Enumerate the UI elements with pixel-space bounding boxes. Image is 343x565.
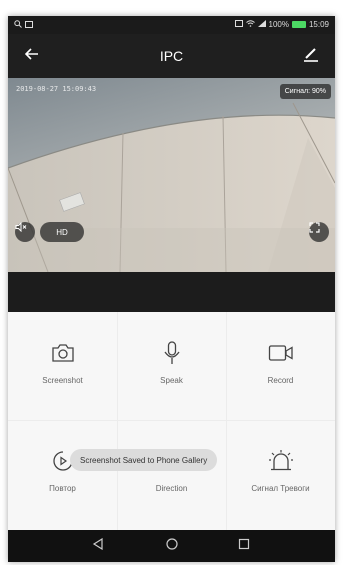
alarm-label: Сигнал Тревоги <box>251 484 310 493</box>
wifi-icon <box>245 20 255 29</box>
mute-button[interactable] <box>15 222 35 242</box>
battery-icon <box>291 21 306 28</box>
record-label: Record <box>267 376 294 385</box>
battery-percent: 100% <box>268 20 289 29</box>
alarm-button[interactable]: Сигнал Тревоги <box>226 420 335 528</box>
app-header: IPC <box>8 34 335 78</box>
direction-label: Direction <box>155 484 188 493</box>
speak-label: Speak <box>160 376 183 385</box>
circle-home-icon <box>166 537 178 555</box>
record-button[interactable]: Record <box>226 312 335 420</box>
pencil-icon <box>303 46 319 67</box>
camera-feed-image <box>8 78 335 272</box>
video-camera-icon <box>268 340 294 366</box>
speak-button[interactable]: Speak <box>117 312 226 420</box>
microphone-icon <box>163 340 181 366</box>
playback-label: Повтор <box>49 484 76 493</box>
status-left-icons <box>14 20 33 30</box>
direction-button[interactable]: Direction <box>117 420 226 528</box>
control-panel: Screenshot Speak Record Повтор Direction <box>8 312 335 530</box>
nav-back-button[interactable] <box>90 537 106 555</box>
status-right-icons: 100% 15:09 <box>234 20 329 29</box>
signal-icon <box>257 20 266 29</box>
phone-screen: 100% 15:09 IPC 2019-08-27 15:09:43 Сигна… <box>8 16 335 562</box>
square-recents-icon <box>238 537 250 555</box>
android-nav-bar <box>8 530 335 562</box>
status-bar: 100% 15:09 <box>8 16 335 34</box>
screenshot-button[interactable]: Screenshot <box>8 312 117 420</box>
alarm-icon <box>268 448 294 474</box>
nav-recents-button[interactable] <box>236 538 252 554</box>
search-icon <box>14 20 22 30</box>
live-video-view[interactable]: 2019-08-27 15:09:43 Сигнал: 90% HD <box>8 78 335 272</box>
quality-toggle-button[interactable]: HD <box>40 222 84 242</box>
video-timestamp: 2019-08-27 15:09:43 <box>16 85 97 93</box>
nfc-icon <box>234 20 243 29</box>
gallery-notification-icon <box>25 20 33 30</box>
playback-button[interactable]: Повтор <box>8 420 117 528</box>
edit-button[interactable] <box>299 44 323 68</box>
camera-icon <box>51 340 75 366</box>
signal-strength-badge: Сигнал: 90% <box>279 84 331 99</box>
video-bottom-bar <box>8 272 335 312</box>
toast-message: Screenshot Saved to Phone Gallery <box>70 449 218 471</box>
fullscreen-button[interactable] <box>309 222 329 242</box>
clock: 15:09 <box>308 20 329 29</box>
triangle-back-icon <box>92 537 104 555</box>
screenshot-label: Screenshot <box>42 376 83 385</box>
nav-home-button[interactable] <box>164 538 180 554</box>
page-title: IPC <box>159 48 184 64</box>
